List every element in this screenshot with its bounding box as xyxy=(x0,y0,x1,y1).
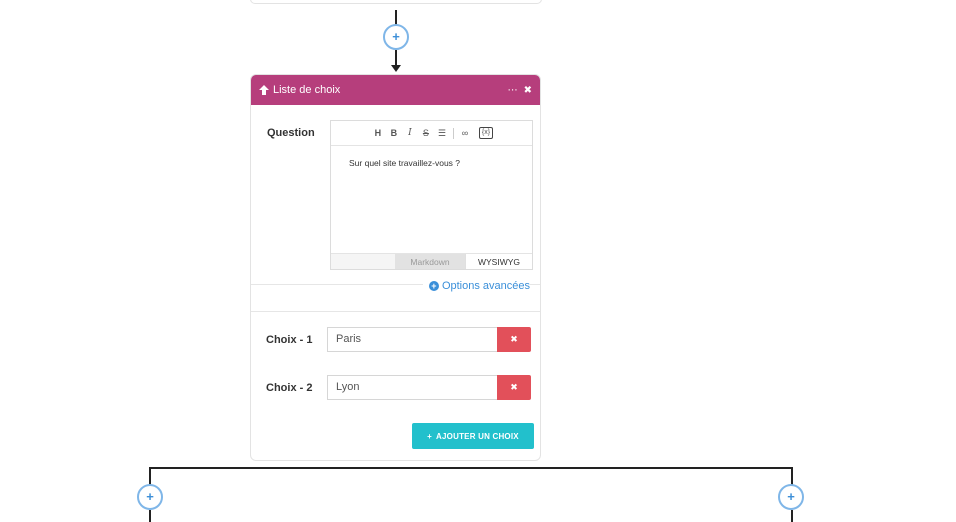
add-choice-button[interactable]: + AJOUTER UN CHOIX xyxy=(412,423,534,449)
close-icon[interactable]: ✖ xyxy=(524,85,532,96)
heading-button[interactable]: H xyxy=(370,128,386,138)
arrow-down-icon xyxy=(391,65,401,72)
link-button[interactable]: ∞ xyxy=(457,128,473,138)
delete-choice-button-2[interactable]: ✖ xyxy=(497,375,531,400)
editor-mode-tabs: Markdown WYSIWYG xyxy=(331,253,532,269)
card-header: Liste de choix ⋯ ✖ xyxy=(251,75,540,105)
variable-button[interactable]: {x} xyxy=(478,127,494,139)
list-button[interactable]: ☰ xyxy=(434,128,450,139)
italic-button[interactable]: I xyxy=(402,128,418,138)
branch-line-left-lower xyxy=(149,510,151,522)
arrow-up-icon xyxy=(259,85,269,95)
question-editor[interactable]: H B I S ☰ ∞ {x} Sur quel site travaillez… xyxy=(330,120,533,270)
editor-toolbar: H B I S ☰ ∞ {x} xyxy=(331,121,532,146)
branch-line xyxy=(149,467,793,469)
more-options-icon[interactable]: ⋯ xyxy=(508,85,518,96)
tab-markdown[interactable]: Markdown xyxy=(395,254,465,269)
branch-line-left xyxy=(149,467,151,485)
bold-button[interactable]: B xyxy=(386,128,402,138)
connector-line-top-lower xyxy=(395,50,397,66)
plus-icon: + xyxy=(427,431,433,441)
delete-choice-button-1[interactable]: ✖ xyxy=(497,327,531,352)
choice-label-2: Choix - 2 xyxy=(266,382,313,394)
previous-step-card xyxy=(250,0,542,4)
choice-label-1: Choix - 1 xyxy=(266,334,313,346)
branch-line-right-lower xyxy=(791,510,793,522)
add-step-button-right[interactable]: + xyxy=(778,484,804,510)
choice-input-2[interactable]: Lyon xyxy=(327,375,498,400)
add-step-button-top[interactable]: + xyxy=(383,24,409,50)
editor-footer-spacer xyxy=(331,254,395,269)
toolbar-divider xyxy=(452,127,454,139)
advanced-options-link[interactable]: + Options avancées xyxy=(422,280,530,292)
advanced-options-label: Options avancées xyxy=(441,280,530,292)
card-title-group: Liste de choix xyxy=(259,84,502,96)
plus-circle-icon: + xyxy=(428,281,439,291)
question-label: Question xyxy=(267,127,315,139)
divider xyxy=(251,311,540,312)
branch-line-right xyxy=(791,467,793,485)
choice-list-card: Liste de choix ⋯ ✖ Question H B I S ☰ ∞ … xyxy=(250,74,541,461)
card-title: Liste de choix xyxy=(273,84,341,96)
strikethrough-button[interactable]: S xyxy=(418,128,434,138)
question-text[interactable]: Sur quel site travaillez-vous ? xyxy=(331,146,532,180)
choice-input-1[interactable]: Paris xyxy=(327,327,498,352)
tab-wysiwyg[interactable]: WYSIWYG xyxy=(465,254,532,269)
add-choice-label: AJOUTER UN CHOIX xyxy=(436,431,519,441)
add-step-button-left[interactable]: + xyxy=(137,484,163,510)
